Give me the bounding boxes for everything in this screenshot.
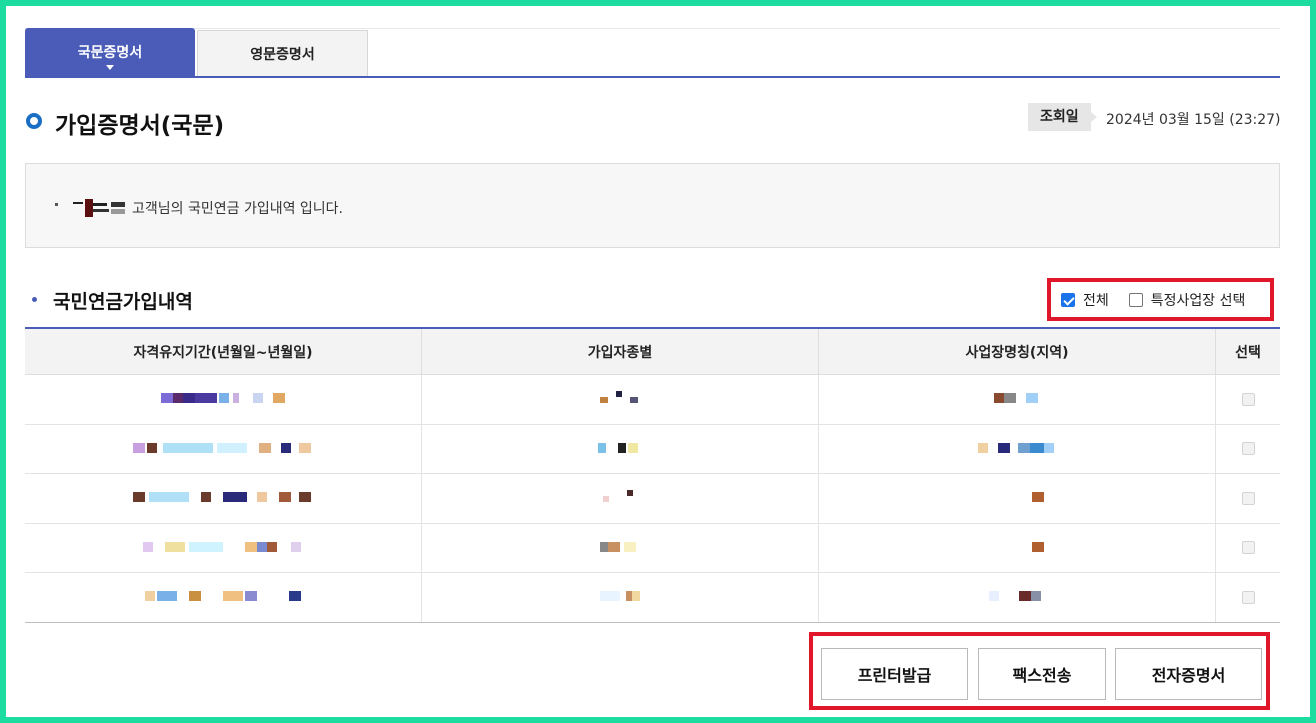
tab-label: 국문증명서 [77, 45, 143, 61]
table-row [25, 573, 1280, 623]
section-title: 국민연금가입내역 [53, 291, 193, 313]
select-cell [1216, 573, 1280, 622]
type-cell [422, 375, 819, 424]
masked-workplace [1032, 492, 1044, 504]
filter-specific-checkbox[interactable] [1128, 292, 1143, 307]
period-cell [25, 375, 422, 424]
workplace-cell [819, 573, 1216, 622]
workplace-cell [819, 474, 1216, 523]
column-header-select: 선택 [1235, 344, 1261, 361]
inquiry-date-value: 2024년 03월 15일 (23:27) [1106, 112, 1281, 128]
masked-type [600, 391, 640, 405]
bullet-icon [55, 203, 58, 206]
masked-period [143, 541, 303, 554]
period-cell [25, 523, 422, 572]
table-row [25, 375, 1280, 425]
type-cell [422, 573, 819, 622]
row-select-checkbox[interactable] [1241, 590, 1255, 604]
tab-korean-certificate[interactable]: 국문증명서 [25, 28, 195, 76]
inquiry-date-label: 조회일 [1028, 103, 1097, 131]
page-title: 가입증명서(국문) [55, 113, 225, 139]
workplace-cell [819, 424, 1216, 473]
masked-period [133, 492, 313, 504]
tab-label: 영문증명서 [250, 46, 315, 63]
type-cell [422, 523, 819, 572]
customer-info-box: 고객님의 국민연금 가입내역 입니다. [25, 163, 1280, 248]
masked-workplace [978, 442, 1056, 455]
period-cell [25, 474, 422, 523]
caret-down-icon [106, 65, 114, 70]
workplace-cell [819, 523, 1216, 572]
select-cell [1216, 375, 1280, 424]
masked-customer-name [73, 199, 127, 217]
table-row [25, 474, 1280, 524]
type-cell [422, 424, 819, 473]
masked-type [598, 442, 642, 455]
masked-workplace [994, 393, 1040, 405]
table-header: 자격유지기간(년월일~년월일) 가입자종별 사업장명칭(지역) 선택 [25, 327, 1280, 375]
tab-top-divider [25, 28, 1280, 29]
column-header-workplace: 사업장명칭(지역) [819, 329, 1216, 374]
title-row: 가입증명서(국문) 조회일 2024년 03월 15일 (23:27) [25, 102, 1281, 142]
filter-all-option[interactable]: 전체 [1061, 290, 1109, 310]
row-select-checkbox[interactable] [1241, 392, 1255, 406]
fax-send-button[interactable]: 팩스전송 [978, 648, 1106, 700]
page-frame: 국문증명서 영문증명서 가입증명서(국문) 조회일 2024년 03월 15일 … [6, 6, 1310, 717]
row-select-checkbox[interactable] [1241, 442, 1255, 456]
masked-workplace [1032, 541, 1044, 554]
period-cell [25, 424, 422, 473]
masked-workplace [989, 591, 1045, 603]
column-header-type: 가입자종별 [422, 329, 819, 374]
column-header-period: 자격유지기간(년월일~년월일) [25, 329, 422, 374]
issue-actions: 프린터발급 팩스전송 전자증명서 [809, 632, 1270, 710]
period-cell [25, 573, 422, 622]
select-cell [1216, 474, 1280, 523]
row-select-checkbox[interactable] [1241, 541, 1255, 555]
section-bullet-icon [32, 297, 37, 302]
circle-bullet-icon [26, 113, 42, 129]
filter-specific-label: 특정사업장 선택 [1150, 292, 1246, 309]
customer-message: 고객님의 국민연금 가입내역 입니다. [132, 201, 343, 217]
table-row [25, 424, 1280, 474]
filter-all-label: 전체 [1083, 292, 1109, 309]
select-cell [1216, 425, 1280, 474]
certificate-tabs: 국문증명서 영문증명서 [25, 28, 1280, 78]
workplace-cell [819, 375, 1216, 424]
table-row [25, 523, 1280, 573]
row-select-checkbox[interactable] [1241, 491, 1255, 505]
masked-period [145, 591, 301, 603]
filter-specific-option[interactable]: 특정사업장 선택 [1128, 290, 1246, 310]
masked-period [161, 393, 285, 405]
electronic-certificate-button[interactable]: 전자증명서 [1115, 648, 1262, 700]
masked-type [600, 591, 640, 603]
tab-english-certificate[interactable]: 영문증명서 [197, 30, 368, 76]
workplace-filter: 전체 특정사업장 선택 [1047, 278, 1274, 321]
select-cell [1216, 524, 1280, 573]
masked-type [600, 541, 640, 554]
filter-all-checkbox[interactable] [1061, 292, 1075, 307]
enrollment-table: 자격유지기간(년월일~년월일) 가입자종별 사업장명칭(지역) 선택 [25, 327, 1280, 623]
type-cell [422, 474, 819, 523]
tab-underline [25, 76, 1280, 78]
print-issue-button[interactable]: 프린터발급 [821, 648, 968, 700]
masked-type [603, 490, 637, 504]
masked-period [133, 442, 313, 455]
